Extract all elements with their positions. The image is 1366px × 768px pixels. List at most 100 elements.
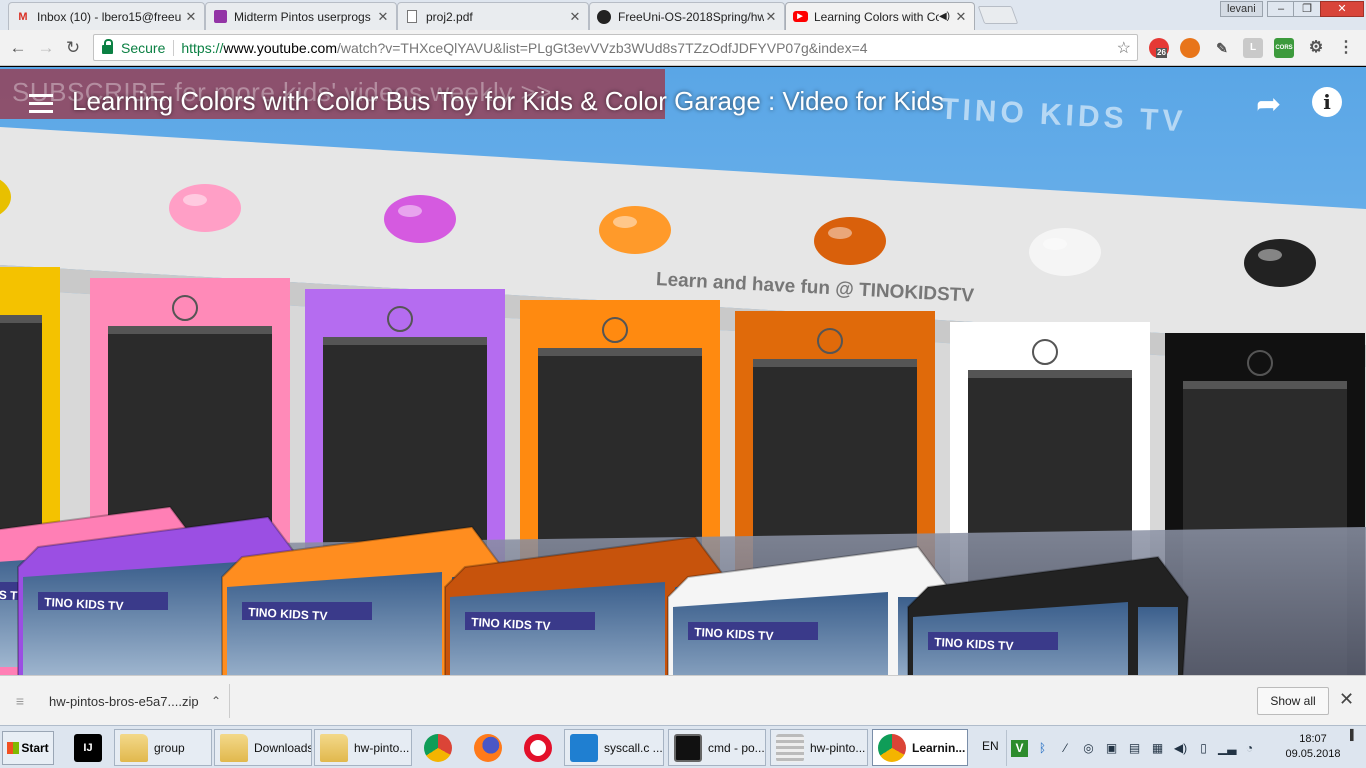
minimize-button[interactable]: – <box>1267 1 1295 17</box>
taskbar-cmd[interactable]: cmd - po... <box>668 729 766 766</box>
taskbar-label: syscall.c ... <box>604 740 663 755</box>
close-icon[interactable]: ✕ <box>1339 689 1354 710</box>
tab-title: Inbox (10) - lbero15@freeu <box>37 9 182 24</box>
taskbar: Start IJ group Downloads hw-pinto... sys… <box>0 725 1366 768</box>
garage-light <box>384 195 456 243</box>
bus-windshield <box>227 572 442 675</box>
volume-icon[interactable]: ◀) <box>1172 740 1189 757</box>
garage-light <box>169 184 241 232</box>
adblock-badge: 26 <box>1156 48 1167 58</box>
taskbar-downloads[interactable]: Downloads <box>214 729 312 766</box>
windows-logo-icon <box>7 742 20 754</box>
taskbar-chrome[interactable] <box>418 729 458 766</box>
chrome-menu-icon[interactable]: ⋮ <box>1336 38 1356 58</box>
maximize-button[interactable]: ❐ <box>1293 1 1321 17</box>
vim-icon[interactable]: V <box>1011 739 1028 757</box>
light-dome <box>169 184 241 232</box>
settings-gear-icon[interactable]: ⚙ <box>1306 38 1326 58</box>
garage-light <box>1029 228 1101 276</box>
chevron-up-icon[interactable]: ⌃ <box>211 694 229 708</box>
download-filename: hw-pintos-bros-e5a7....zip <box>49 693 199 709</box>
light-shine <box>1043 238 1067 250</box>
back-button[interactable]: ← <box>8 38 28 58</box>
taskbar-chrome-youtube[interactable]: Learnin... <box>872 729 968 766</box>
close-icon[interactable]: ✕ <box>376 9 390 25</box>
eyedropper-icon[interactable]: ✎ <box>1212 38 1232 58</box>
taskbar-opera[interactable] <box>518 729 558 766</box>
extension-l-icon[interactable]: L <box>1243 38 1263 58</box>
system-clock[interactable]: 18:07 09.05.2018 <box>1280 732 1346 762</box>
language-indicator[interactable]: EN <box>982 739 999 753</box>
close-icon[interactable]: ✕ <box>764 9 778 25</box>
bookmark-star-icon[interactable]: ☆ <box>1117 38 1131 58</box>
tab-classroom[interactable]: Midterm Pintos userprogs ✕ <box>205 2 397 30</box>
adblock-icon[interactable]: 26 <box>1149 38 1169 58</box>
playlist-menu-icon[interactable] <box>29 94 53 114</box>
chrome-icon <box>424 733 452 762</box>
taskbar-hw-pintos-app[interactable]: hw-pinto... <box>770 729 868 766</box>
wifi-signal-icon[interactable]: ▁▃ <box>1218 740 1236 757</box>
tab-gmail[interactable]: M Inbox (10) - lbero15@freeu ✕ <box>8 2 205 30</box>
forward-button[interactable]: → <box>36 38 56 58</box>
garage-door-edge <box>323 337 487 345</box>
close-icon[interactable]: ✕ <box>184 9 198 25</box>
light-dome <box>814 217 886 265</box>
opera-icon <box>524 733 552 762</box>
taskbar-vscode[interactable]: syscall.c ... <box>564 729 664 766</box>
info-icon[interactable]: i <box>1312 87 1342 117</box>
start-label: Start <box>21 741 49 755</box>
show-all-button[interactable]: Show all <box>1257 687 1329 715</box>
taskbar-intellij[interactable]: IJ <box>68 729 108 766</box>
video-title[interactable]: Learning Colors with Color Bus Toy for K… <box>72 86 944 117</box>
window-close-button[interactable]: ✕ <box>1320 1 1364 17</box>
tab-github[interactable]: FreeUni-OS-2018Spring/hw ✕ <box>589 2 785 30</box>
light-shine <box>828 227 852 239</box>
close-icon[interactable]: ✕ <box>954 9 968 25</box>
taskbar-label: group <box>154 740 185 755</box>
garage-door-edge <box>108 326 272 334</box>
taskbar-hw-pintos-folder[interactable]: hw-pinto... <box>314 729 412 766</box>
reload-button[interactable]: ↻ <box>63 38 83 58</box>
cmd-icon <box>674 733 702 762</box>
tab-title: proj2.pdf <box>426 9 473 24</box>
pen-icon[interactable]: ⁄ <box>1057 740 1074 757</box>
tab-title: FreeUni-OS-2018Spring/hw <box>618 9 764 24</box>
show-desktop-button[interactable]: ▌ <box>1350 730 1364 766</box>
light-shine <box>1258 249 1282 261</box>
cors-icon[interactable]: CORS <box>1274 38 1294 58</box>
url-host: www.youtube.com <box>223 39 337 56</box>
close-icon[interactable]: ✕ <box>568 9 582 25</box>
tab-pdf[interactable]: proj2.pdf ✕ <box>397 2 589 30</box>
network-app-icon[interactable]: ◎ <box>1080 740 1097 757</box>
video-player[interactable]: TINO KIDS TVTINO KIDS TVTINO KIDS TVTINO… <box>0 67 1366 675</box>
taskbar-firefox[interactable] <box>468 729 508 766</box>
basketball-icon[interactable] <box>1180 38 1200 58</box>
profile-button[interactable]: levani <box>1220 1 1263 17</box>
video-frame: TINO KIDS TVTINO KIDS TVTINO KIDS TVTINO… <box>0 67 1366 675</box>
monitor-icon[interactable]: ▣ <box>1103 740 1120 757</box>
download-item[interactable]: ≡ hw-pintos-bros-e5a7....zip ⌃ <box>14 684 230 718</box>
garage-light <box>1244 239 1316 287</box>
lock-icon <box>102 39 113 54</box>
remote-desktop-icon[interactable]: ▤ <box>1126 740 1143 757</box>
taskbar-group-folder[interactable]: group <box>114 729 212 766</box>
bluetooth-icon[interactable]: ᛒ <box>1034 740 1051 757</box>
address-bar[interactable]: Secure https://www.youtube.com/watch?v=T… <box>93 34 1138 61</box>
action-center-icon[interactable]: ◔ <box>1241 740 1258 757</box>
github-icon <box>596 9 612 25</box>
garage-light <box>599 206 671 254</box>
power-icon[interactable]: ▯ <box>1195 740 1212 757</box>
vpn-icon[interactable]: ▦ <box>1149 740 1166 757</box>
speaker-icon[interactable]: ◀) <box>939 11 950 22</box>
new-tab-button[interactable] <box>977 6 1019 24</box>
download-bar: ≡ hw-pintos-bros-e5a7....zip ⌃ Show all … <box>0 675 1366 725</box>
start-button[interactable]: Start <box>2 731 54 765</box>
classroom-icon <box>212 9 228 25</box>
taskbar-label: hw-pinto... <box>810 740 866 755</box>
firefox-icon <box>474 733 502 762</box>
share-icon[interactable]: ➦ <box>1256 87 1281 122</box>
tab-youtube[interactable]: ▶ Learning Colors with Co ◀) ✕ <box>785 2 975 30</box>
light-shine <box>613 216 637 228</box>
security-label: Secure <box>121 39 166 56</box>
downloads-folder-icon <box>220 733 248 762</box>
